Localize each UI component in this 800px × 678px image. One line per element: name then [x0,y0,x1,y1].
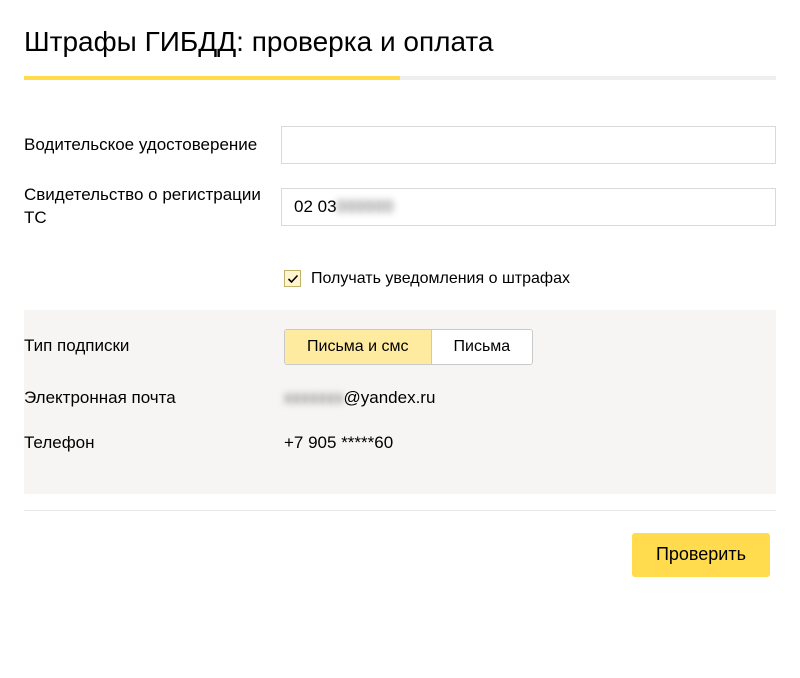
phone-value: +7 905 *****60 [284,433,776,453]
row-subscription-type: Тип подписки Письма и смс Письма [24,318,776,376]
phone-label: Телефон [24,432,284,455]
registration-value-visible: 02 03 [294,197,337,217]
subscription-type-label: Тип подписки [24,335,284,358]
registration-input[interactable]: 02 03 000000 [281,188,776,226]
row-license: Водительское удостоверение [24,116,776,174]
row-notify: Получать уведомления о штрафах [24,240,776,310]
row-registration: Свидетельство о регистрации ТС 02 03 000… [24,174,776,240]
row-phone: Телефон +7 905 *****60 [24,421,776,466]
subscription-toggle: Письма и смс Письма [284,329,533,365]
progress-fill [24,76,400,80]
notify-checkbox[interactable] [284,270,301,287]
email-value-visible: @yandex.ru [344,388,436,407]
page-title: Штрафы ГИБДД: проверка и оплата [24,26,776,58]
actions-bar: Проверить [24,511,776,577]
check-icon [287,273,299,285]
email-value-obscured: xxxxxxx [284,388,344,407]
toggle-both[interactable]: Письма и смс [285,330,432,364]
notify-label: Получать уведомления о штрафах [311,270,570,288]
license-input[interactable] [281,126,776,164]
email-label: Электронная почта [24,387,284,410]
row-email: Электронная почта xxxxxxx@yandex.ru [24,376,776,421]
license-label: Водительское удостоверение [24,134,281,157]
submit-button[interactable]: Проверить [632,533,770,577]
subscription-block: Тип подписки Письма и смс Письма Электро… [24,310,776,494]
registration-label: Свидетельство о регистрации ТС [24,184,281,230]
progress-bar [24,76,776,80]
toggle-emails[interactable]: Письма [432,330,533,364]
fines-form: Водительское удостоверение Свидетельство… [24,116,776,577]
registration-value-obscured: 000000 [337,197,394,217]
